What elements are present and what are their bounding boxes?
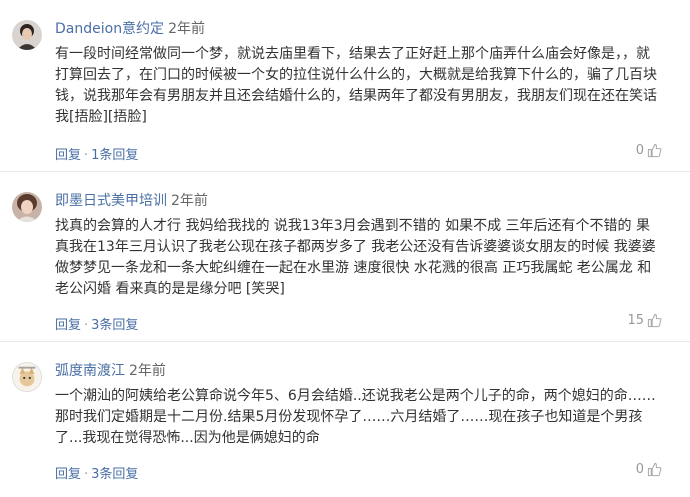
separator: ·	[84, 318, 89, 333]
thumbs-up-icon	[647, 313, 662, 328]
comment-text: 一个潮汕的阿姨给老公算命说今年5、6月会结婚..还说我老公是两个儿子的命，两个媳…	[55, 388, 656, 446]
comment-footer: 回复 · 1条回复 0	[55, 143, 662, 163]
separator: ·	[84, 148, 89, 163]
reply-button[interactable]: 回复	[55, 148, 81, 163]
like-count: 0	[635, 143, 644, 158]
comment-footer: 回复 · 3条回复 0	[55, 462, 662, 482]
like-count: 15	[627, 313, 644, 328]
thumbs-up-icon	[647, 462, 662, 477]
reply-count-link[interactable]: 3条回复	[91, 318, 138, 333]
like-button[interactable]: 0	[636, 462, 662, 477]
like-button[interactable]: 15	[627, 313, 662, 328]
comment-time: 2年前	[171, 193, 208, 209]
comment-item: 弧度南渡江 2年前 一个潮汕的阿姨给老公算命说今年5、6月会结婚..还说我老公是两…	[0, 342, 690, 497]
comment-text: 找真的会算的人才行 我妈给我找的 说我13年3月会遇到不错的 如果不成 三年后还…	[55, 218, 656, 297]
avatar[interactable]	[12, 192, 42, 222]
avatar-icon	[12, 20, 42, 50]
comment-header: 弧度南渡江 2年前	[55, 360, 166, 380]
comment-text: 有一段时间经常做同一个梦，就说去庙里看下，结果去了正好赶上那个庙弄什么庙会好像是…	[55, 46, 657, 125]
avatar-icon	[13, 363, 41, 391]
comment-header: 即墨日式美甲培训 2年前	[55, 190, 208, 210]
avatar-icon	[12, 192, 42, 222]
reply-button[interactable]: 回复	[55, 318, 81, 333]
comment-time: 2年前	[129, 363, 166, 379]
comment-item: Dandeion意约定 2年前 有一段时间经常做同一个梦，就说去庙里看下，结果去了…	[0, 0, 690, 172]
thumbs-up-icon	[647, 143, 662, 158]
comment-footer: 回复 · 3条回复 15	[55, 313, 662, 333]
separator: ·	[84, 467, 89, 482]
reply-count-link[interactable]: 3条回复	[91, 467, 138, 482]
username[interactable]: 弧度南渡江	[55, 363, 125, 379]
avatar[interactable]	[12, 362, 42, 392]
username[interactable]: 即墨日式美甲培训	[55, 193, 167, 209]
comment-header: Dandeion意约定 2年前	[55, 18, 205, 38]
reply-button[interactable]: 回复	[55, 467, 81, 482]
avatar[interactable]	[12, 20, 42, 50]
comment-time: 2年前	[168, 21, 205, 37]
like-count: 0	[635, 462, 644, 477]
like-button[interactable]: 0	[636, 143, 662, 158]
reply-count-link[interactable]: 1条回复	[91, 148, 138, 163]
username[interactable]: Dandeion意约定	[55, 21, 164, 37]
comment-item: 即墨日式美甲培训 2年前 找真的会算的人才行 我妈给我找的 说我13年3月会遇到不…	[0, 172, 690, 342]
